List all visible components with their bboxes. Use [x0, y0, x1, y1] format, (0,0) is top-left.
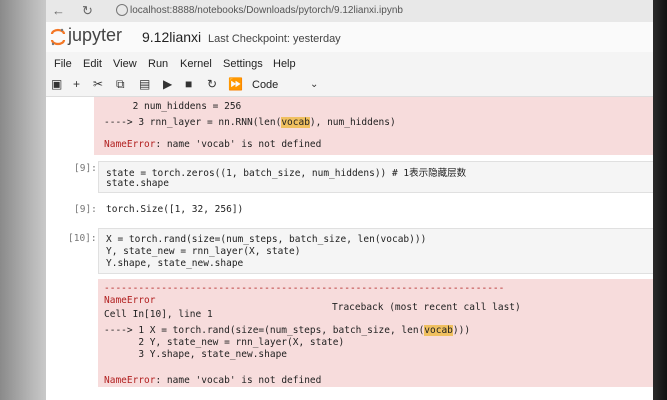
cell-prompt: [10]: [68, 233, 97, 244]
traceback-line: 2 num_hiddens = 256 [104, 101, 242, 112]
chevron-down-icon[interactable]: ⌄ [310, 79, 318, 90]
traceback-separator: ----------------------------------------… [104, 283, 505, 294]
jupyter-logo-text: jupyter [68, 25, 123, 45]
menu-run[interactable]: Run [148, 58, 168, 70]
checkpoint-status: Last Checkpoint: yesterday [208, 33, 341, 45]
jupyter-header [46, 22, 653, 52]
code-line: state.shape [106, 178, 169, 189]
menu-edit[interactable]: Edit [83, 58, 102, 70]
notebook-title[interactable]: 9.12lianxi [142, 29, 201, 45]
menu-help[interactable]: Help [273, 58, 296, 70]
traceback-line: 3 Y.shape, state_new.shape [104, 349, 288, 360]
screen: ← ↻ localhost:8888/notebooks/Downloads/p… [46, 0, 653, 400]
reload-icon[interactable]: ↻ [82, 3, 93, 19]
menu-file[interactable]: File [54, 58, 72, 70]
menu-view[interactable]: View [113, 58, 137, 70]
code-line: X = torch.rand(size=(num_steps, batch_si… [106, 234, 427, 245]
restart-icon[interactable]: ↻ [207, 77, 217, 91]
traceback-line: ----> 1 X = torch.rand(size=(num_steps, … [104, 325, 471, 336]
restart-run-all-icon[interactable]: ⏩ [228, 77, 243, 91]
monitor-bezel-left [0, 0, 46, 400]
menu-kernel[interactable]: Kernel [180, 58, 212, 70]
cell-type-select[interactable]: Code [252, 79, 278, 91]
menu-settings[interactable]: Settings [223, 58, 263, 70]
copy-icon[interactable]: ⧉ [116, 77, 125, 92]
jupyter-logo-icon [50, 28, 66, 46]
url-text[interactable]: localhost:8888/notebooks/Downloads/pytor… [130, 5, 403, 16]
run-icon[interactable]: ▶ [163, 77, 172, 91]
menu-bar [46, 54, 653, 72]
output-prompt: [9]: [74, 204, 97, 215]
traceback-location: Cell In[10], line 1 [104, 309, 213, 320]
add-cell-icon[interactable]: + [73, 77, 80, 91]
stop-icon[interactable]: ■ [185, 77, 192, 91]
error-message: NameError: name 'vocab' is not defined [104, 139, 322, 150]
error-message: NameError: name 'vocab' is not defined [104, 375, 322, 386]
cut-icon[interactable]: ✂ [93, 77, 103, 91]
code-line: Y, state_new = rnn_layer(X, state) [106, 246, 301, 257]
paste-icon[interactable]: ▤ [139, 77, 150, 91]
notebook-toolbar [46, 74, 653, 97]
traceback-line: 2 Y, state_new = rnn_layer(X, state) [104, 337, 345, 348]
monitor-bezel-right [653, 0, 667, 400]
site-info-icon[interactable] [116, 4, 128, 16]
save-icon[interactable]: ▣ [51, 77, 62, 91]
error-name: NameError [104, 295, 156, 306]
notebook-area: 2 num_hiddens = 256 ----> 3 rnn_layer = … [46, 97, 653, 400]
cell-output: torch.Size([1, 32, 256]) [106, 204, 244, 215]
code-line: state = torch.zeros((1, batch_size, num_… [106, 168, 467, 179]
traceback-line: ----> 3 rnn_layer = nn.RNN(len(vocab), n… [104, 117, 396, 128]
back-icon[interactable]: ← [52, 3, 65, 18]
traceback-header: Traceback (most recent call last) [332, 302, 521, 313]
code-line: Y.shape, state_new.shape [106, 258, 244, 269]
cell-prompt: [9]: [74, 163, 97, 174]
